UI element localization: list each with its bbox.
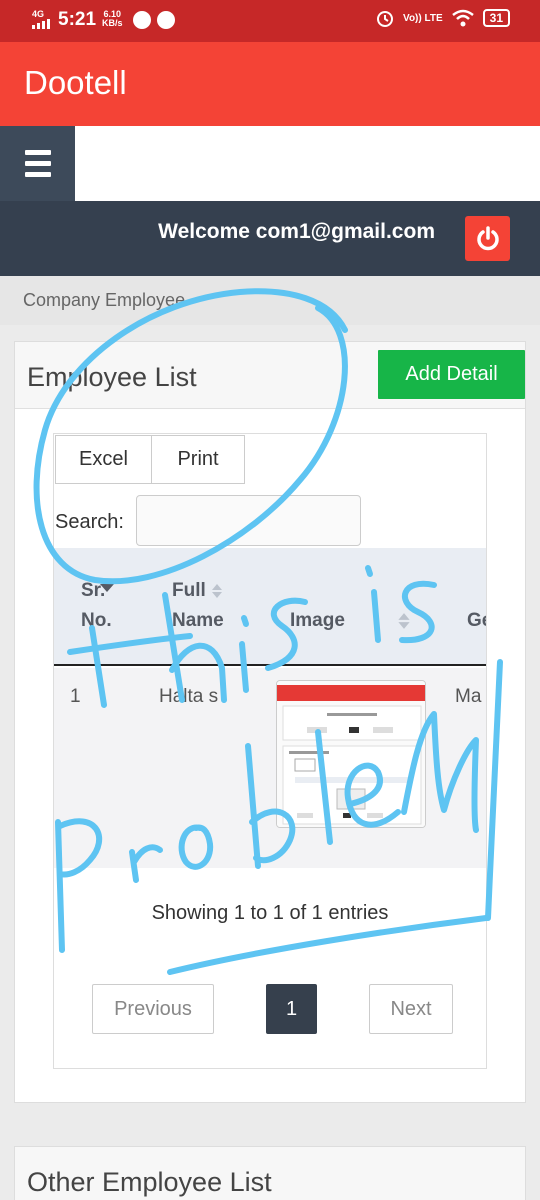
employee-list-panel: Employee List Add Detail Excel Print Sea… [14, 341, 526, 1103]
network-indicator: 4G [32, 9, 52, 31]
chrome-icon [157, 11, 175, 29]
export-buttons: Excel Print [55, 435, 245, 484]
cell-sr-no: 1 [70, 686, 81, 707]
panel-title: Other Employee List [27, 1167, 272, 1197]
sort-icon [212, 583, 223, 598]
add-detail-button[interactable]: Add Detail [378, 350, 525, 399]
hamburger-menu-button[interactable] [0, 126, 75, 201]
user-bar: Welcome com1@gmail.com [0, 201, 540, 276]
menu-bar-icon [24, 161, 51, 166]
battery-icon: 31 [482, 9, 510, 27]
other-employee-list-panel: Other Employee List [14, 1146, 526, 1200]
breadcrumb-label: Company Employee [23, 290, 186, 310]
column-header-full-name[interactable]: Full Name [172, 576, 224, 636]
table-info: Showing 1 to 1 of 1 entries [151, 902, 389, 924]
previous-page-button[interactable]: Previous [92, 984, 214, 1034]
wifi-icon [451, 9, 474, 27]
print-button[interactable]: Print [151, 435, 245, 484]
employee-image-thumbnail[interactable] [276, 680, 426, 828]
breadcrumb: Company Employee [0, 276, 540, 325]
panel-title: Employee List [27, 362, 197, 392]
table-header: Sr. No. Full Name Image Ge [54, 548, 486, 666]
screenshot-thumbnail-image [277, 681, 425, 827]
menu-bar-icon [24, 172, 51, 177]
next-page-button[interactable]: Next [369, 984, 453, 1034]
signal-icon [32, 19, 50, 29]
search-input[interactable] [136, 495, 361, 546]
column-header-image[interactable]: Image [290, 606, 345, 636]
data-table-wrapper: Excel Print Search: Sr. No. Full Name Im… [53, 433, 487, 1069]
logout-button[interactable] [465, 216, 510, 261]
alarm-icon [377, 11, 394, 27]
panel-header: Employee List Add Detail [15, 342, 525, 409]
volte-indicator: Vo)) LTE [403, 12, 443, 24]
notification-icon [133, 11, 151, 29]
welcome-text: Welcome com1@gmail.com [158, 220, 435, 243]
status-right: Vo)) LTE 31 [375, 8, 510, 28]
page-1-button[interactable]: 1 [266, 984, 317, 1034]
power-icon [476, 225, 499, 250]
clock: 5:21 [58, 9, 97, 30]
excel-export-button[interactable]: Excel [55, 435, 152, 484]
column-header-gender[interactable]: Ge [467, 606, 486, 636]
network-speed: 6.10 KB/s [102, 9, 123, 28]
app-header: Dootell [0, 42, 540, 126]
table-row[interactable]: 1 Halta s Ma [54, 668, 486, 868]
cell-gender: Ma [455, 686, 482, 707]
status-bar: 4G 5:21 6.10 KB/s Vo)) LTE 31 [0, 0, 540, 42]
sort-desc-icon [100, 584, 114, 592]
menu-row [0, 126, 540, 201]
search-label: Search: [55, 511, 124, 533]
cell-full-name: Halta s [159, 686, 219, 707]
brand-title[interactable]: Dootell [24, 64, 127, 102]
menu-bar-icon [24, 150, 51, 155]
sort-icon [398, 613, 410, 629]
